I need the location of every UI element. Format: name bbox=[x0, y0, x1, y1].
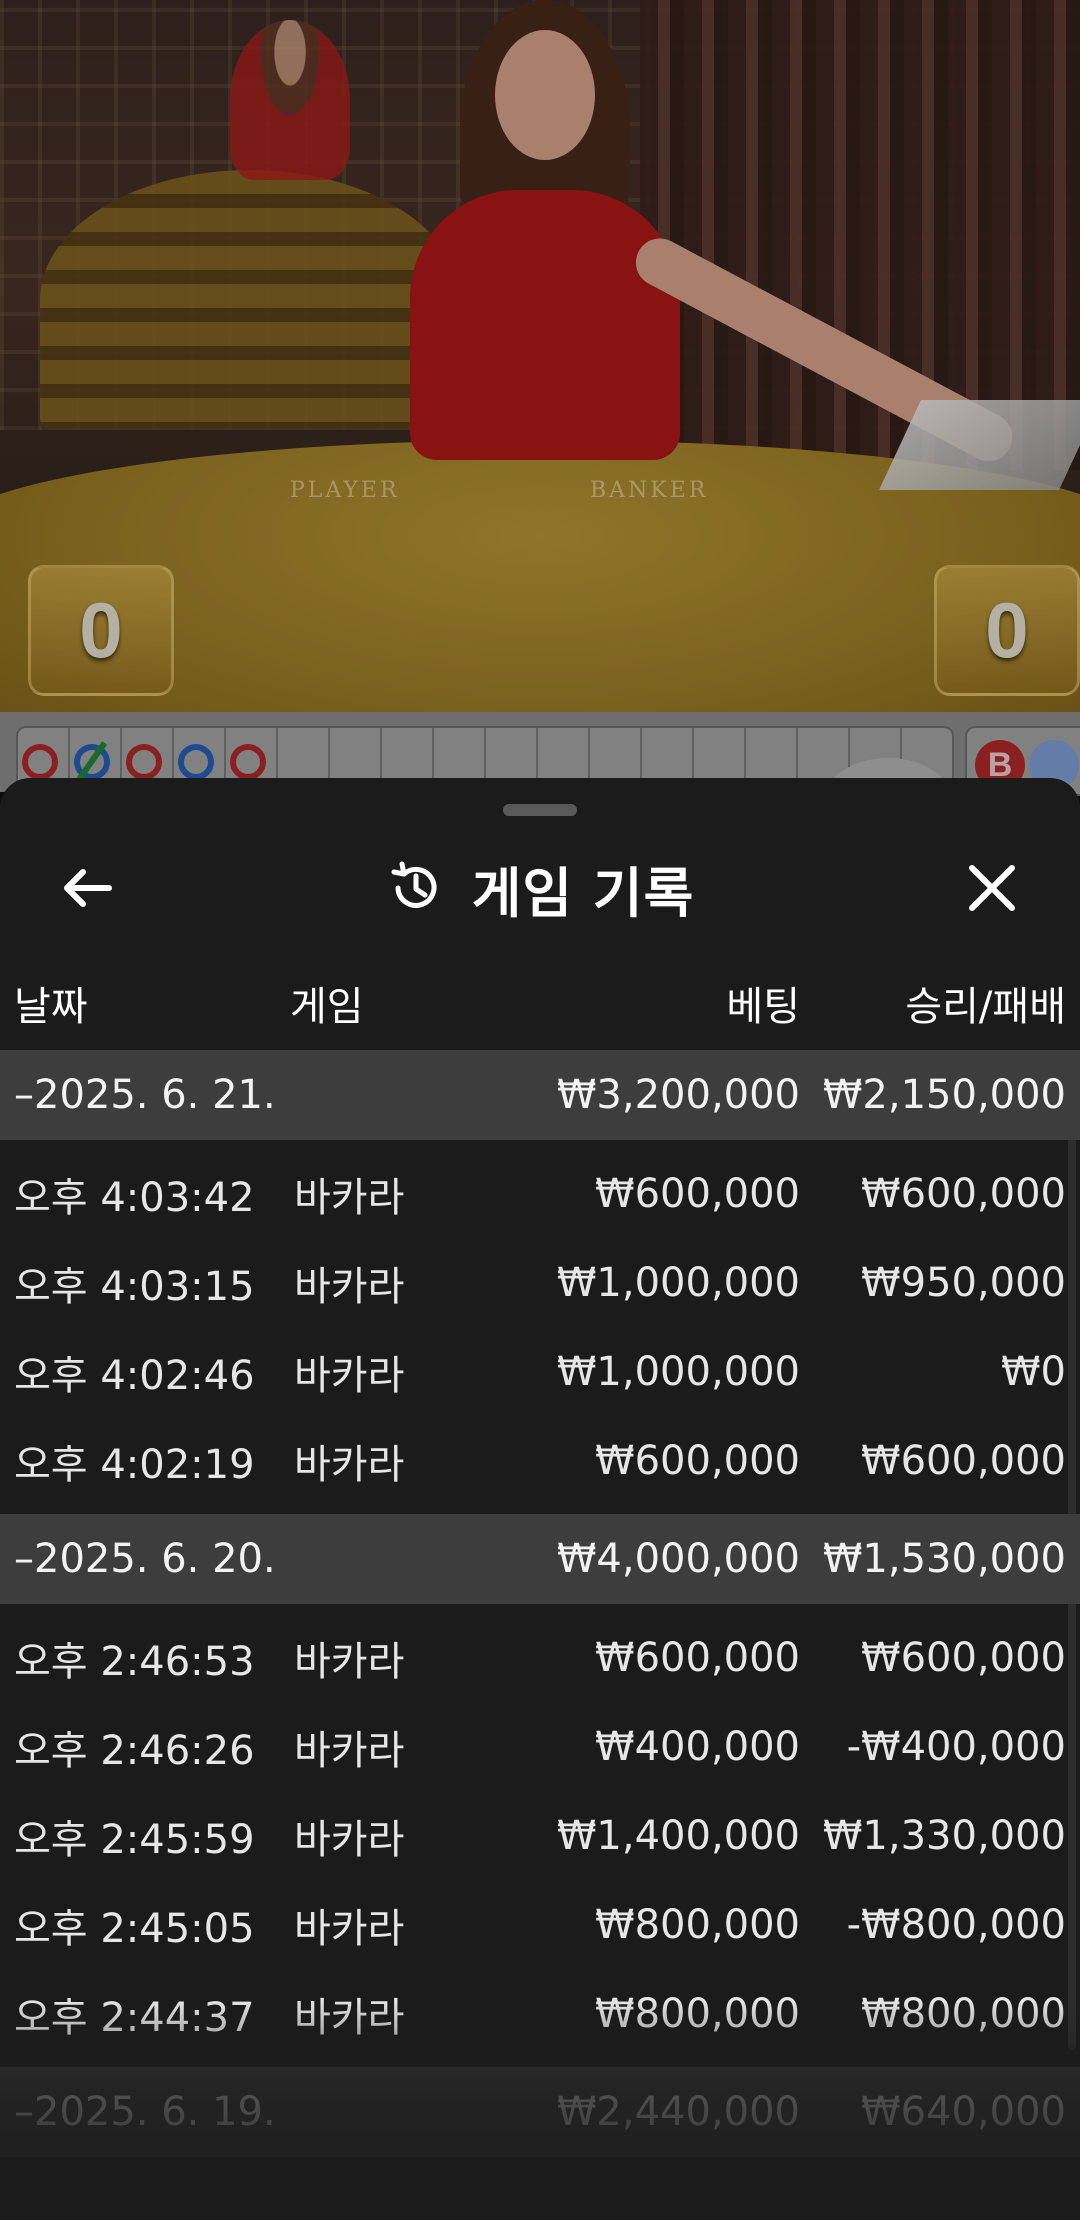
row-time: 오후 4:02:19 bbox=[14, 1441, 255, 1488]
row-time: 오후 4:02:46 bbox=[14, 1352, 255, 1399]
row-game: 바카라 bbox=[294, 1727, 405, 1774]
history-icon bbox=[391, 861, 437, 908]
history-row[interactable]: 오후 4:03:15 바카라 ₩1,000,000 ₩950,000 bbox=[0, 1238, 1080, 1327]
row-bet: ₩1,000,000 bbox=[556, 1259, 800, 1306]
game-history-sheet: 게임 기록 날짜 게임 베팅 승리/패배 –2025. 6. 21. ₩3,20… bbox=[0, 778, 1080, 2220]
sheet-drag-handle[interactable] bbox=[503, 804, 577, 816]
row-bet: ₩600,000 bbox=[595, 1437, 800, 1484]
row-time: 오후 4:03:42 bbox=[14, 1174, 255, 1221]
row-time: 오후 2:44:37 bbox=[14, 1994, 255, 2041]
row-winloss: ₩950,000 bbox=[861, 1259, 1066, 1306]
row-bet: ₩600,000 bbox=[595, 1170, 800, 1217]
group-bet-total: ₩2,440,000 bbox=[556, 2089, 800, 2135]
row-game: 바카라 bbox=[294, 1263, 405, 1310]
group-date: –2025. 6. 21. bbox=[14, 1072, 276, 1118]
date-group-row[interactable]: –2025. 6. 21. ₩3,200,000 ₩2,150,000 bbox=[0, 1050, 1080, 1140]
row-time: 오후 2:45:59 bbox=[14, 1816, 255, 1863]
history-row[interactable]: 오후 2:45:59 바카라 ₩1,400,000 ₩1,330,000 bbox=[0, 1791, 1080, 1880]
group-winloss-total: ₩1,530,000 bbox=[822, 1536, 1066, 1582]
row-winloss: ₩800,000 bbox=[861, 1990, 1066, 2037]
row-time: 오후 2:46:53 bbox=[14, 1638, 255, 1685]
row-game: 바카라 bbox=[294, 1638, 405, 1685]
row-winloss: -₩800,000 bbox=[846, 1901, 1066, 1948]
row-game: 바카라 bbox=[294, 1816, 405, 1863]
row-winloss: -₩400,000 bbox=[846, 1723, 1066, 1770]
date-group-row[interactable]: –2025. 6. 20. ₩4,000,000 ₩1,530,000 bbox=[0, 1514, 1080, 1604]
history-table: –2025. 6. 21. ₩3,200,000 ₩2,150,000 오후 4… bbox=[0, 1050, 1080, 2157]
row-time: 오후 2:46:26 bbox=[14, 1727, 255, 1774]
sheet-title: 게임 기록 bbox=[0, 838, 1080, 938]
history-row[interactable]: 오후 4:03:42 바카라 ₩600,000 ₩600,000 bbox=[0, 1149, 1080, 1238]
history-row[interactable]: 오후 4:02:46 바카라 ₩1,000,000 ₩0 bbox=[0, 1327, 1080, 1416]
history-row[interactable]: 오후 2:46:26 바카라 ₩400,000 -₩400,000 bbox=[0, 1702, 1080, 1791]
row-bet: ₩1,400,000 bbox=[556, 1812, 800, 1859]
column-header-game: 게임 bbox=[290, 984, 364, 1030]
row-game: 바카라 bbox=[294, 1352, 405, 1399]
row-winloss: ₩0 bbox=[1001, 1348, 1066, 1395]
row-winloss: ₩600,000 bbox=[861, 1437, 1066, 1484]
row-game: 바카라 bbox=[294, 1994, 405, 2041]
row-time: 오후 4:03:15 bbox=[14, 1263, 255, 1310]
group-winloss-total: ₩640,000 bbox=[861, 2089, 1066, 2135]
row-game: 바카라 bbox=[294, 1441, 405, 1488]
row-bet: ₩800,000 bbox=[595, 1901, 800, 1948]
history-row[interactable]: 오후 4:02:19 바카라 ₩600,000 ₩600,000 bbox=[0, 1416, 1080, 1505]
date-group-row[interactable]: –2025. 6. 19. ₩2,440,000 ₩640,000 bbox=[0, 2067, 1080, 2157]
row-bet: ₩800,000 bbox=[595, 1990, 800, 2037]
row-winloss: ₩600,000 bbox=[861, 1634, 1066, 1681]
group-bet-total: ₩3,200,000 bbox=[556, 1072, 800, 1118]
group-winloss-total: ₩2,150,000 bbox=[822, 1072, 1066, 1118]
row-winloss: ₩1,330,000 bbox=[822, 1812, 1066, 1859]
row-game: 바카라 bbox=[294, 1905, 405, 1952]
close-button[interactable] bbox=[942, 838, 1042, 938]
history-row[interactable]: 오후 2:44:37 바카라 ₩800,000 ₩800,000 bbox=[0, 1969, 1080, 2058]
close-icon bbox=[969, 865, 1015, 911]
row-game: 바카라 bbox=[294, 1174, 405, 1221]
group-bet-total: ₩4,000,000 bbox=[556, 1536, 800, 1582]
group-date: –2025. 6. 19. bbox=[14, 2089, 276, 2135]
column-header-bet: 베팅 bbox=[726, 984, 800, 1030]
row-time: 오후 2:45:05 bbox=[14, 1905, 255, 1952]
history-row[interactable]: 오후 2:45:05 바카라 ₩800,000 -₩800,000 bbox=[0, 1880, 1080, 1969]
history-row[interactable]: 오후 2:46:53 바카라 ₩600,000 ₩600,000 bbox=[0, 1613, 1080, 1702]
row-bet: ₩600,000 bbox=[595, 1634, 800, 1681]
row-bet: ₩400,000 bbox=[595, 1723, 800, 1770]
row-winloss: ₩600,000 bbox=[861, 1170, 1066, 1217]
sheet-title-text: 게임 기록 bbox=[471, 861, 695, 925]
row-bet: ₩1,000,000 bbox=[556, 1348, 800, 1395]
group-date: –2025. 6. 20. bbox=[14, 1536, 276, 1582]
column-header-winloss: 승리/패배 bbox=[905, 984, 1066, 1030]
column-header-date: 날짜 bbox=[14, 984, 88, 1030]
